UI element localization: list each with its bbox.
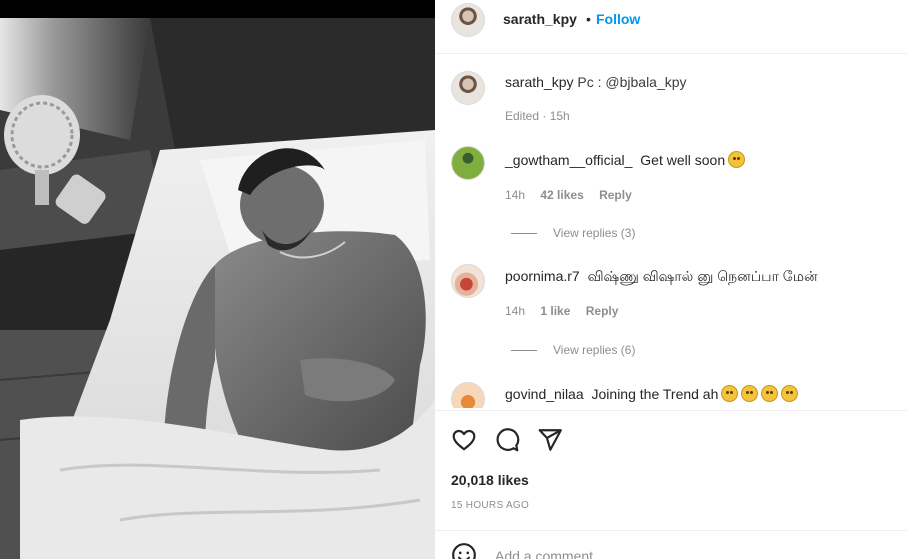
caption-text: Pc : @bjbala_kpy <box>577 74 687 90</box>
post-details-panel: sarath_kpy • Follow sarath_kpy Pc : @bjb… <box>435 0 907 559</box>
posted-time[interactable]: 15 HOURS AGO <box>451 500 529 511</box>
view-replies-label[interactable]: View replies (6) <box>553 343 635 357</box>
comment-avatar[interactable] <box>451 264 485 298</box>
author-avatar[interactable] <box>451 3 485 37</box>
comment-username[interactable]: govind_nilaa <box>505 386 584 402</box>
laughing-emoji <box>721 385 739 402</box>
comment-meta: 14h 1 like Reply <box>505 304 630 318</box>
comment-text: Joining the Trend ah <box>591 386 719 402</box>
comment-avatar[interactable] <box>451 382 485 408</box>
header-divider <box>435 53 907 54</box>
comment-row: govind_nilaa Joining the Trend ah <box>505 385 799 402</box>
reply-button[interactable]: Reply <box>599 188 632 202</box>
comment-time[interactable]: 14h <box>505 304 525 318</box>
reply-button[interactable]: Reply <box>586 304 619 318</box>
smiley-icon[interactable] <box>451 542 477 559</box>
view-replies-label[interactable]: View replies (3) <box>553 226 635 240</box>
footer-divider <box>435 530 907 531</box>
post-photo[interactable] <box>0 0 435 559</box>
laughing-emoji <box>761 385 779 402</box>
replies-line <box>511 233 537 235</box>
add-comment-input[interactable]: Add a comment... <box>495 548 605 559</box>
caption-row: sarath_kpy Pc : @bjbala_kpy <box>505 74 687 90</box>
view-replies[interactable]: View replies (6) <box>511 343 635 357</box>
author-username[interactable]: sarath_kpy <box>503 11 577 27</box>
comment-likes[interactable]: 1 like <box>540 304 570 318</box>
likes-count[interactable]: 20,018 likes <box>451 472 529 488</box>
caption-avatar[interactable] <box>451 71 485 105</box>
heart-icon[interactable] <box>451 427 477 453</box>
view-replies[interactable]: View replies (3) <box>511 226 635 240</box>
comment-icon[interactable] <box>494 427 520 453</box>
comment-username[interactable]: poornima.r7 <box>505 268 580 284</box>
laughing-emoji <box>741 385 759 402</box>
caption-username[interactable]: sarath_kpy <box>505 74 573 90</box>
laughing-emoji <box>781 385 799 402</box>
photo-image <box>0 18 435 559</box>
comment-time[interactable]: 14h <box>505 188 525 202</box>
separator-dot: • <box>586 11 591 27</box>
send-icon[interactable] <box>537 427 563 453</box>
comment-text: Get well soon <box>640 152 726 168</box>
comments-divider <box>435 410 907 411</box>
follow-button[interactable]: Follow <box>596 11 640 27</box>
comment-avatar[interactable] <box>451 146 485 180</box>
comment-row: _gowtham__official_ Get well soon <box>505 151 746 168</box>
comment-text: விஷ்ணு விஷால் னு நெனப்பா மேன் <box>587 268 818 284</box>
caption-meta: Edited · 15h <box>505 109 570 123</box>
comment-likes[interactable]: 42 likes <box>540 188 583 202</box>
replies-line <box>511 350 537 352</box>
comment-meta: 14h 42 likes Reply <box>505 188 644 202</box>
comment-username[interactable]: _gowtham__official_ <box>505 152 632 168</box>
comment-clip: govind_nilaa Joining the Trend ah <box>435 376 907 408</box>
sad-face-emoji <box>728 151 746 168</box>
comment-row: poornima.r7 விஷ்ணு விஷால் னு நெனப்பா மேன… <box>505 268 818 287</box>
